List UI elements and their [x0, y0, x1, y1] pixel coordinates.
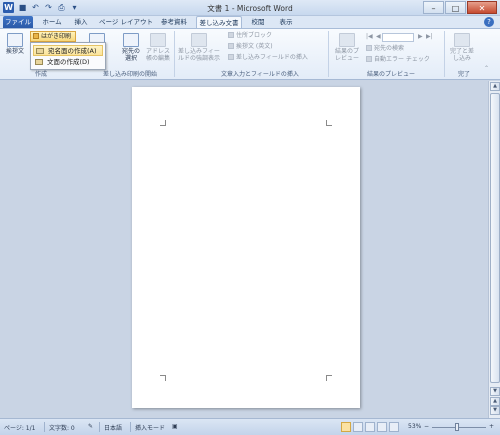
zoom-out-icon[interactable]: −: [424, 423, 429, 430]
help-icon[interactable]: ?: [484, 17, 494, 27]
scroll-thumb[interactable]: [490, 93, 500, 383]
tab-page-layout[interactable]: ページ レイアウト: [97, 16, 155, 28]
full-screen-view-icon[interactable]: [353, 422, 363, 432]
insert-merge-field-button[interactable]: 差し込みフィールドの挿入: [228, 54, 308, 62]
group-label-finish: 完了: [457, 71, 470, 78]
web-layout-view-icon[interactable]: [365, 422, 375, 432]
quick-access-toolbar: ■ ↶ ↷ ⎙ ▾: [17, 2, 80, 14]
word-count[interactable]: 文字数: 0: [49, 423, 75, 432]
tab-view[interactable]: 表示: [275, 16, 297, 28]
collapse-ribbon-icon[interactable]: ⌃: [484, 65, 489, 73]
address-block-button[interactable]: 住所ブロック: [228, 32, 272, 40]
greeting-line-button[interactable]: 挨拶文 (英文): [228, 43, 273, 51]
find-recipient-icon: [366, 45, 372, 51]
document-page[interactable]: [132, 87, 360, 408]
save-icon[interactable]: ■: [17, 2, 28, 13]
auto-check-errors-button[interactable]: 自動エラー チェック: [366, 56, 430, 64]
insert-field-icon: [228, 54, 234, 60]
address-block-icon: [228, 32, 234, 38]
menu-item-message-side[interactable]: 文面の作成(D): [33, 57, 103, 68]
zoom-slider[interactable]: [432, 427, 486, 428]
greeting-line-icon: [228, 43, 234, 49]
group-label-create: 作成: [34, 71, 47, 78]
ribbon-separator: [444, 31, 445, 77]
group-label-write-insert: 文章入力とフィールドの挿入: [221, 71, 299, 78]
next-record-icon[interactable]: ▶: [418, 33, 423, 41]
highlight-fields-icon: [191, 33, 207, 47]
ribbon-separator: [328, 31, 329, 77]
zoom-level[interactable]: 53%: [408, 423, 421, 430]
group-label-start-merge: 差し込み印刷の開始: [102, 71, 157, 78]
previous-page-icon[interactable]: ▲: [490, 397, 500, 406]
proofing-icon[interactable]: ✎: [88, 423, 93, 430]
maximize-button[interactable]: □: [445, 1, 466, 14]
customize-qat-icon[interactable]: ▾: [69, 2, 80, 13]
outline-view-icon[interactable]: [377, 422, 387, 432]
highlight-fields-button[interactable]: 差し込みフィールドの強調表示: [178, 33, 220, 62]
draft-view-icon[interactable]: [389, 422, 399, 432]
language-indicator[interactable]: 日本語: [104, 423, 122, 432]
tab-home[interactable]: ホーム: [38, 16, 66, 28]
last-record-icon[interactable]: ▶|: [426, 33, 433, 41]
next-page-icon[interactable]: ▼: [490, 406, 500, 415]
zoom-slider-handle[interactable]: [455, 423, 459, 431]
group-label-preview: 結果のプレビュー: [366, 71, 415, 78]
address-book-icon: [150, 33, 166, 47]
postcard-icon: [33, 33, 39, 39]
insert-mode-indicator[interactable]: 挿入モード: [135, 423, 165, 432]
record-number-input[interactable]: [382, 33, 414, 42]
margin-mark: [160, 120, 166, 126]
edit-recipient-list-button[interactable]: アドレス帳の編集: [146, 33, 170, 62]
undo-icon[interactable]: ↶: [30, 2, 41, 13]
status-separator: [99, 422, 100, 432]
redo-icon[interactable]: ↷: [43, 2, 54, 13]
first-record-icon[interactable]: |◀: [366, 33, 373, 41]
print-icon[interactable]: ⎙: [56, 2, 67, 13]
title-bar: W ■ ↶ ↷ ⎙ ▾ 文書 1 - Microsoft Word – □ ✕: [0, 0, 500, 16]
margin-mark: [160, 375, 166, 381]
postcard-message-icon: [35, 59, 43, 65]
word-logo-icon[interactable]: W: [3, 2, 14, 13]
scroll-down-icon[interactable]: ▼: [490, 387, 500, 396]
print-layout-view-icon[interactable]: [341, 422, 351, 432]
ribbon-tabs: ファイル ホーム 挿入 ページ レイアウト 参考資料 差し込み文書 校閲 表示 …: [0, 16, 500, 28]
margin-mark: [326, 375, 332, 381]
postcard-print-button[interactable]: はがき印刷 ▾: [30, 31, 76, 49]
find-recipient-button[interactable]: 宛先の検索: [366, 45, 404, 53]
tab-insert[interactable]: 挿入: [70, 16, 92, 28]
window-title: 文書 1 - Microsoft Word: [207, 4, 293, 13]
zoom-in-icon[interactable]: +: [489, 423, 494, 430]
check-errors-icon: [366, 56, 372, 62]
macro-record-icon[interactable]: ▣: [172, 423, 178, 430]
greeting-icon: [7, 33, 23, 47]
menu-item-address-side[interactable]: 宛名面の作成(A): [33, 45, 103, 56]
tab-references[interactable]: 参考資料: [158, 16, 190, 28]
tab-mailings[interactable]: 差し込み文書: [196, 16, 242, 28]
minimize-button[interactable]: –: [423, 1, 444, 14]
tab-file[interactable]: ファイル: [3, 16, 33, 28]
greeting-button[interactable]: 挨拶文: [4, 33, 26, 55]
close-button[interactable]: ✕: [467, 1, 497, 14]
ribbon-separator: [174, 31, 175, 77]
previous-record-icon[interactable]: ◀: [376, 33, 381, 41]
status-bar: ページ: 1/1 文字数: 0 ✎ 日本語 挿入モード ▣ 53% − +: [0, 418, 500, 435]
preview-icon: [339, 33, 355, 47]
preview-results-button[interactable]: 結果のプレビュー: [334, 33, 360, 62]
postcard-address-icon: [36, 48, 44, 54]
status-separator: [130, 422, 131, 432]
recipients-icon: [123, 33, 139, 47]
select-recipients-button[interactable]: 宛先の選択: [120, 33, 142, 62]
tab-review[interactable]: 校閲: [247, 16, 269, 28]
finish-merge-button[interactable]: 完了と差し込み: [448, 33, 476, 62]
status-separator: [44, 422, 45, 432]
postcard-menu: 宛名面の作成(A) 文面の作成(D): [30, 42, 106, 70]
scroll-up-icon[interactable]: ▲: [490, 82, 500, 91]
margin-mark: [326, 120, 332, 126]
page-count[interactable]: ページ: 1/1: [4, 423, 35, 432]
finish-merge-icon: [454, 33, 470, 47]
vertical-scrollbar[interactable]: ▲ ▼ ▲ ▼: [488, 81, 500, 418]
